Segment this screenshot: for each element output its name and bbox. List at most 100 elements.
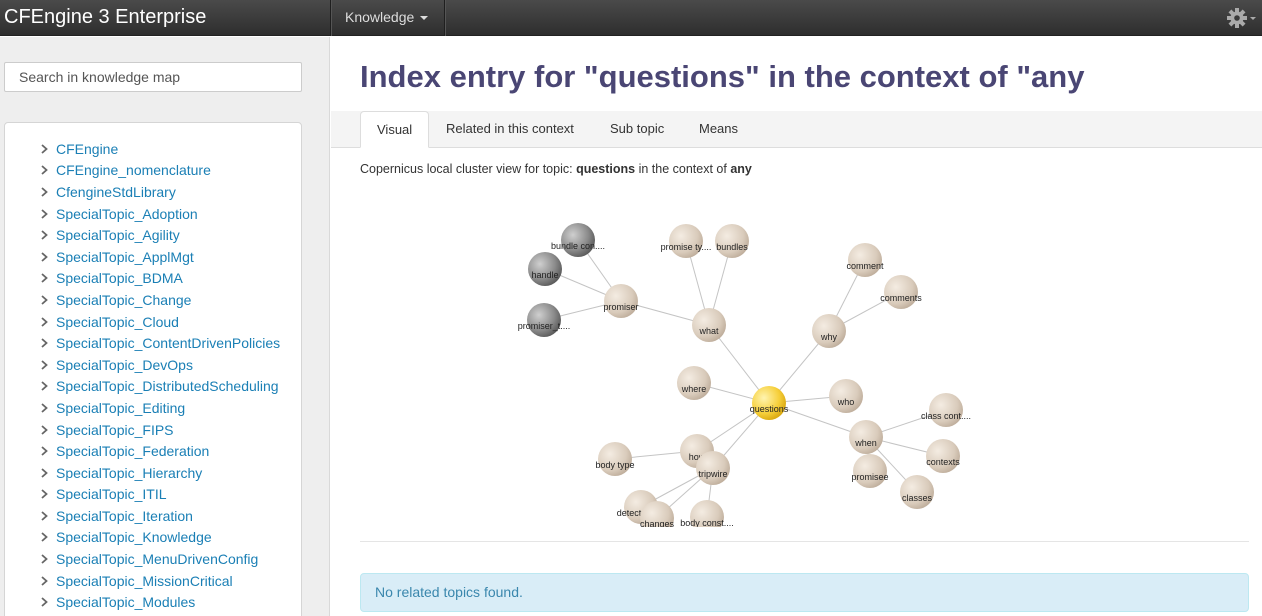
sidebar: CFEngine CFEngine_nomenclature CfengineStd…: [0, 37, 330, 616]
graph-node-promiser[interactable]: promiser: [603, 284, 639, 318]
graph-node-label: handle: [531, 270, 558, 280]
topic-item[interactable]: CfengineStdLibrary: [5, 181, 301, 203]
graph-node-label: what: [698, 326, 719, 336]
tab-sub-topic[interactable]: Sub topic: [594, 111, 680, 148]
graph-node-bundle-con[interactable]: bundle con....: [551, 223, 605, 257]
app-title[interactable]: CFEngine 3 Enterprise: [4, 6, 206, 29]
graph-node-bubble: [884, 275, 918, 309]
graph-node-where[interactable]: where: [677, 366, 711, 400]
graph-node-label: promiser_t....: [518, 321, 571, 331]
graph-node-classes[interactable]: classes: [900, 475, 934, 509]
topic-item[interactable]: SpecialTopic_Hierarchy: [5, 462, 301, 484]
topic-label: SpecialTopic_FIPS: [56, 421, 174, 438]
chevron-right-icon: [5, 252, 56, 262]
topic-label: SpecialTopic_Hierarchy: [56, 464, 203, 481]
graph-node-what[interactable]: what: [692, 308, 726, 342]
cluster-topic: questions: [576, 162, 636, 176]
graph-node-comment[interactable]: comment: [846, 243, 884, 277]
topic-label: SpecialTopic_Iteration: [56, 507, 193, 524]
topic-item[interactable]: SpecialTopic_Change: [5, 289, 301, 311]
chevron-right-icon: [5, 187, 56, 197]
topic-label: SpecialTopic_Knowledge: [56, 529, 212, 546]
graph-node-who[interactable]: who: [829, 379, 863, 413]
graph-node-body-const[interactable]: body const....: [680, 500, 734, 527]
graph-node-promiser-t[interactable]: promiser_t....: [518, 303, 571, 337]
graph-node-promise-ty[interactable]: promise ty....: [661, 224, 712, 258]
graph-node-bundles[interactable]: bundles: [715, 224, 749, 258]
graph-node-bubble: [715, 224, 749, 258]
topic-item[interactable]: SpecialTopic_MenuDrivenConfig: [5, 548, 301, 570]
topic-item[interactable]: SpecialTopic_BDMA: [5, 268, 301, 290]
chevron-right-icon: [5, 468, 56, 478]
topic-label: SpecialTopic_Adoption: [56, 205, 198, 222]
graph-node-bubble: [677, 366, 711, 400]
graph-node-tripwire[interactable]: tripwire: [696, 451, 730, 485]
topic-label: SpecialTopic_DevOps: [56, 356, 193, 373]
topic-label: SpecialTopic_ITIL: [56, 486, 167, 503]
graph-node-label: body const....: [680, 518, 734, 527]
chevron-right-icon: [5, 381, 56, 392]
chevron-right-icon: [5, 273, 56, 284]
topic-item[interactable]: SpecialTopic_ITIL: [5, 484, 301, 506]
topic-item[interactable]: SpecialTopic_Federation: [5, 440, 301, 462]
topic-item[interactable]: SpecialTopic_ApplMgt: [5, 246, 301, 268]
topic-item[interactable]: SpecialTopic_DevOps: [5, 354, 301, 376]
topic-item[interactable]: SpecialTopic_Adoption: [5, 203, 301, 225]
chevron-right-icon: [5, 316, 56, 327]
graph-node-contexts[interactable]: contexts: [926, 439, 960, 473]
topic-item[interactable]: SpecialTopic_MissionCritical: [5, 570, 301, 592]
topic-label: SpecialTopic_BDMA: [56, 270, 183, 287]
topic-item[interactable]: CFEngine_nomenclature: [5, 160, 301, 182]
graph-node-label: class cont....: [921, 411, 971, 421]
graph-node-comments[interactable]: comments: [880, 275, 922, 309]
topic-label: SpecialTopic_Change: [56, 291, 192, 308]
graph-node-label: promise ty....: [661, 242, 712, 252]
topic-label: SpecialTopic_Cloud: [56, 313, 179, 330]
knowledge-search-input[interactable]: [4, 62, 302, 92]
settings-button[interactable]: [1226, 7, 1258, 29]
tab-related-in-context[interactable]: Related in this context: [430, 111, 590, 148]
tab-visual[interactable]: Visual: [360, 111, 430, 148]
graph-node-body-type[interactable]: body type: [595, 442, 635, 476]
page-title: Index entry for "questions" in the conte…: [360, 59, 1085, 94]
topic-label: SpecialTopic_ContentDrivenPolicies: [56, 335, 281, 352]
topic-item[interactable]: SpecialTopic_ContentDrivenPolicies: [5, 332, 301, 354]
topic-item[interactable]: SpecialTopic_DistributedScheduling: [5, 376, 301, 398]
graph-node-questions[interactable]: questions: [750, 386, 789, 420]
topic-label: CFEngine_nomenclature: [56, 162, 211, 179]
graph-node-class-cont[interactable]: class cont....: [921, 393, 971, 427]
topic-item[interactable]: SpecialTopic_Knowledge: [5, 527, 301, 549]
topic-label: SpecialTopic_DistributedScheduling: [56, 378, 279, 395]
chevron-right-icon: [5, 403, 56, 413]
chevron-right-icon: [5, 230, 56, 240]
topic-item[interactable]: CFEngine: [5, 138, 301, 160]
graph-node-when[interactable]: when: [849, 420, 883, 454]
graph-node-bubble: [669, 224, 703, 258]
graph-node-label: bundles: [716, 242, 748, 252]
topic-item[interactable]: SpecialTopic_Editing: [5, 397, 301, 419]
navbar-divider: [444, 0, 445, 36]
topic-label: CFEngine: [56, 140, 119, 157]
topic-item[interactable]: SpecialTopic_Agility: [5, 224, 301, 246]
chevron-right-icon: [5, 597, 56, 607]
graph-node-bubble: [528, 252, 562, 286]
graph-node-why[interactable]: why: [812, 314, 846, 348]
topic-item[interactable]: SpecialTopic_Iteration: [5, 505, 301, 527]
chevron-right-icon: [5, 165, 56, 176]
topic-item[interactable]: SpecialTopic_FIPS: [5, 419, 301, 441]
chevron-right-icon: [5, 446, 56, 456]
tab-means[interactable]: Means: [683, 111, 754, 148]
graph-node-promisee[interactable]: promisee: [851, 454, 889, 488]
graph-node-label: promiser: [603, 302, 638, 312]
graph-node-handle[interactable]: handle: [528, 252, 562, 286]
top-navbar: CFEngine 3 Enterprise Knowledge: [0, 0, 1262, 36]
topic-item[interactable]: SpecialTopic_Modules: [5, 591, 301, 613]
chevron-right-icon: [5, 575, 56, 586]
chevron-right-icon: [5, 144, 56, 154]
knowledge-menu[interactable]: Knowledge: [331, 0, 444, 36]
chevron-right-icon: [5, 489, 56, 499]
graph-node-bubble: [527, 303, 561, 337]
topic-item[interactable]: SpecialTopic_Cloud: [5, 311, 301, 333]
graph-node-label: where: [681, 384, 707, 394]
graph-node-label: questions: [750, 404, 789, 414]
